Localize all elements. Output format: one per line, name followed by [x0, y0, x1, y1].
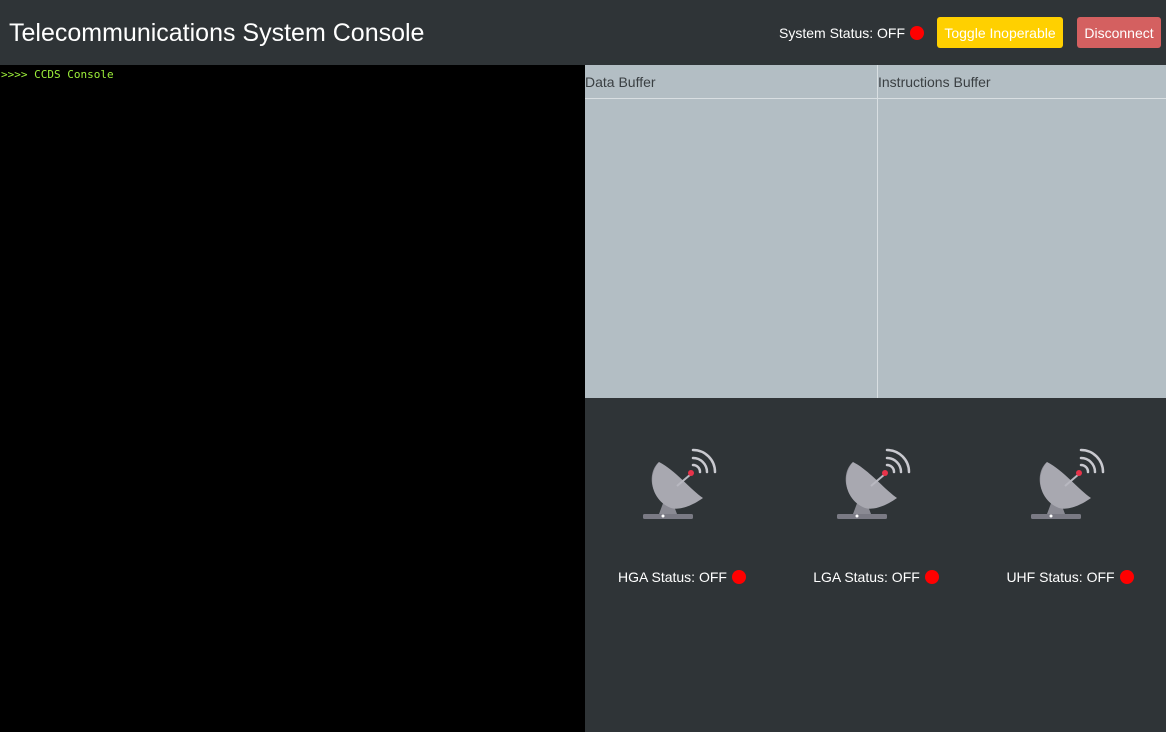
- antenna-panel: HGA Status: OFF LGA Status: OFF UHF Stat…: [585, 398, 1166, 732]
- disconnect-button[interactable]: Disconnect: [1077, 17, 1161, 48]
- data-buffer-label: Data Buffer: [585, 74, 656, 90]
- ccds-console[interactable]: >>>> CCDS Console: [0, 65, 585, 732]
- satellite-dish-icon: [837, 448, 911, 519]
- hga-status: HGA Status: OFF: [585, 568, 779, 586]
- lga-status-indicator: [924, 570, 939, 584]
- hga-status-label: HGA Status: OFF: [618, 569, 727, 585]
- page-title: Telecommunications System Console: [9, 19, 425, 47]
- data-buffer: Data Buffer: [585, 65, 878, 398]
- system-status-indicator: [910, 26, 925, 40]
- instructions-buffer-label: Instructions Buffer: [878, 74, 991, 90]
- satellite-dish-icon: [643, 448, 717, 519]
- instructions-buffer-content[interactable]: [878, 99, 1166, 398]
- antenna-uhf: UHF Status: OFF: [973, 398, 1166, 598]
- uhf-status-indicator: [1119, 570, 1134, 584]
- uhf-status: UHF Status: OFF: [973, 568, 1166, 586]
- satellite-dish-icon: [1031, 448, 1105, 519]
- antenna-hga: HGA Status: OFF: [585, 398, 779, 598]
- instructions-buffer: Instructions Buffer: [878, 65, 1166, 398]
- system-status: System Status: OFF: [779, 24, 925, 42]
- hga-status-indicator: [731, 570, 746, 584]
- lga-status-label: LGA Status: OFF: [813, 569, 920, 585]
- console-prompt: >>>> CCDS Console: [1, 68, 114, 81]
- buffers-panel: Data Buffer Instructions Buffer: [585, 65, 1166, 398]
- antenna-lga: LGA Status: OFF: [779, 398, 973, 598]
- app-header: Telecommunications System Console System…: [0, 0, 1166, 65]
- data-buffer-content[interactable]: [585, 99, 877, 398]
- system-status-label: System Status: OFF: [779, 25, 906, 41]
- lga-status: LGA Status: OFF: [779, 568, 973, 586]
- toggle-inoperable-button[interactable]: Toggle Inoperable: [937, 17, 1063, 48]
- uhf-status-label: UHF Status: OFF: [1006, 569, 1115, 585]
